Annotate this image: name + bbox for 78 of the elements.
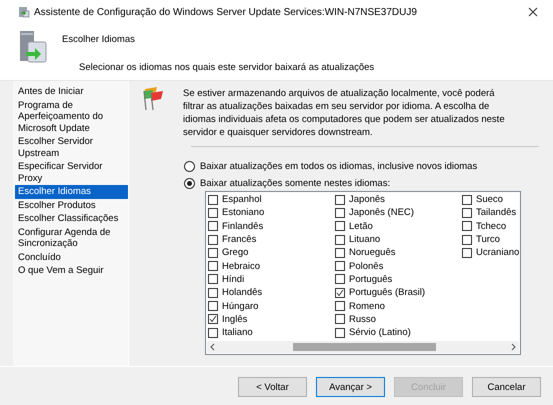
checkbox-label[interactable]: Romeno: [349, 300, 385, 312]
sidebar-item[interactable]: Concluído: [15, 250, 128, 264]
wizard-button[interactable]: Cancelar: [472, 377, 541, 397]
checkbox[interactable]: [462, 234, 472, 245]
checkbox[interactable]: [462, 194, 472, 205]
checkbox-label[interactable]: Polonês: [349, 260, 384, 272]
horizontal-scrollbar[interactable]: [207, 341, 519, 353]
checkbox[interactable]: [208, 261, 218, 272]
checkbox[interactable]: [208, 288, 218, 298]
checkbox[interactable]: [208, 274, 218, 284]
checkbox-label[interactable]: Espanhol: [222, 194, 262, 206]
checkbox[interactable]: [208, 248, 218, 258]
checkbox-label[interactable]: Ucraniano: [476, 247, 520, 258]
checkbox-label[interactable]: Japonês: [349, 194, 385, 206]
checkbox[interactable]: [335, 208, 345, 218]
checkbox-label[interactable]: Norueguês: [349, 247, 396, 258]
sidebar-item[interactable]: Especificar Servidor Proxy: [15, 160, 128, 185]
wizard-button[interactable]: < Voltar: [238, 377, 307, 397]
checkbox-label[interactable]: Holandês: [222, 287, 262, 298]
wizard-button[interactable]: Avançar >: [316, 377, 385, 397]
checkbox[interactable]: [462, 208, 472, 218]
sidebar-item[interactable]: Escolher Produtos: [15, 198, 128, 212]
checkbox-label[interactable]: Híndi: [222, 274, 244, 285]
checkbox-label[interactable]: Tailandês: [476, 207, 516, 218]
radio-button[interactable]: [184, 178, 195, 189]
checkbox[interactable]: [335, 314, 345, 324]
radio-button[interactable]: [184, 161, 195, 172]
checkbox[interactable]: [462, 221, 472, 232]
checkbox[interactable]: [335, 274, 345, 284]
checkbox-label[interactable]: Tcheco: [476, 220, 506, 232]
checkbox[interactable]: [208, 314, 218, 324]
checkbox-label[interactable]: Italiano: [222, 327, 253, 338]
sidebar-item[interactable]: Programa de Aperfeiçoamento do Microsoft Update: [15, 98, 128, 135]
scroll-thumb[interactable]: [293, 343, 436, 351]
checkbox-label[interactable]: Grego: [222, 247, 248, 258]
checkbox[interactable]: [335, 221, 345, 232]
checkbox-label[interactable]: Português: [349, 274, 392, 285]
radio-label[interactable]: Baixar atualizações em todos os idiomas, inclusive novos idiomas: [200, 161, 478, 172]
checkbox-label[interactable]: Francês: [222, 234, 256, 246]
checkbox-label[interactable]: Hebraico: [222, 260, 260, 272]
page-title: Escolher Idiomas: [62, 34, 136, 45]
window-title: Assistente de Configuração do Windows Server Update Services:WIN-N7NSE37DUJ9: [34, 6, 418, 18]
checkbox[interactable]: [208, 301, 218, 312]
checkbox-label[interactable]: Sueco: [476, 194, 503, 206]
checkbox-label[interactable]: Português (Brasil): [349, 287, 426, 298]
checkbox-label[interactable]: Inglês: [222, 314, 248, 325]
checkbox-label[interactable]: Japonês (NEC): [349, 207, 414, 218]
checkbox[interactable]: [335, 248, 345, 258]
checkbox-label[interactable]: Finlandês: [222, 220, 264, 232]
checkbox[interactable]: [462, 248, 472, 258]
checkbox-label[interactable]: Sérvio (Latino): [349, 327, 411, 338]
checkbox[interactable]: [208, 208, 218, 218]
sidebar-item[interactable]: Escolher Servidor Upstream: [15, 135, 128, 160]
checkbox-label[interactable]: Lituano: [349, 234, 380, 246]
checkbox[interactable]: [335, 288, 345, 298]
checkbox-label[interactable]: Letão: [349, 220, 373, 232]
checkbox[interactable]: [335, 234, 345, 245]
page-subtitle: Selecionar os idiomas nos quais este servidor baixará as atualizações: [79, 62, 374, 73]
sidebar-item[interactable]: Configurar Agenda de Sincronização: [15, 226, 128, 250]
checkbox[interactable]: [335, 301, 345, 312]
checkbox[interactable]: [208, 194, 218, 205]
checkbox[interactable]: [335, 194, 345, 205]
sidebar-item[interactable]: O que Vem a Seguir: [15, 264, 128, 278]
radio-label[interactable]: Baixar atualizações somente nestes idiomas:: [200, 178, 390, 189]
checkbox[interactable]: [208, 328, 218, 338]
checkbox[interactable]: [335, 328, 345, 338]
sidebar-item[interactable]: Escolher Idiomas: [15, 185, 128, 198]
checkbox-label[interactable]: Russo: [349, 314, 376, 325]
checkbox-label[interactable]: Húngaro: [222, 300, 258, 312]
checkbox-label[interactable]: Turco: [476, 234, 500, 246]
app-icon: [18, 6, 30, 18]
checkbox[interactable]: [208, 234, 218, 245]
description-text: Se estiver armazenando arquivos de atualização localmente, você poderá filtrar as atualizações baixadas em seu servidor por idioma. A escolha de idiomas individuais afeta os computadores que podem ser atualizados neste servidor e quaisquer servidores downstream.: [183, 87, 506, 139]
checkbox[interactable]: [208, 221, 218, 232]
sidebar-item[interactable]: Antes de Iniciar: [15, 85, 128, 98]
sidebar-item[interactable]: Escolher Classificações: [15, 212, 128, 226]
checkbox[interactable]: [335, 261, 345, 272]
checkbox-label[interactable]: Estoniano: [222, 207, 264, 218]
